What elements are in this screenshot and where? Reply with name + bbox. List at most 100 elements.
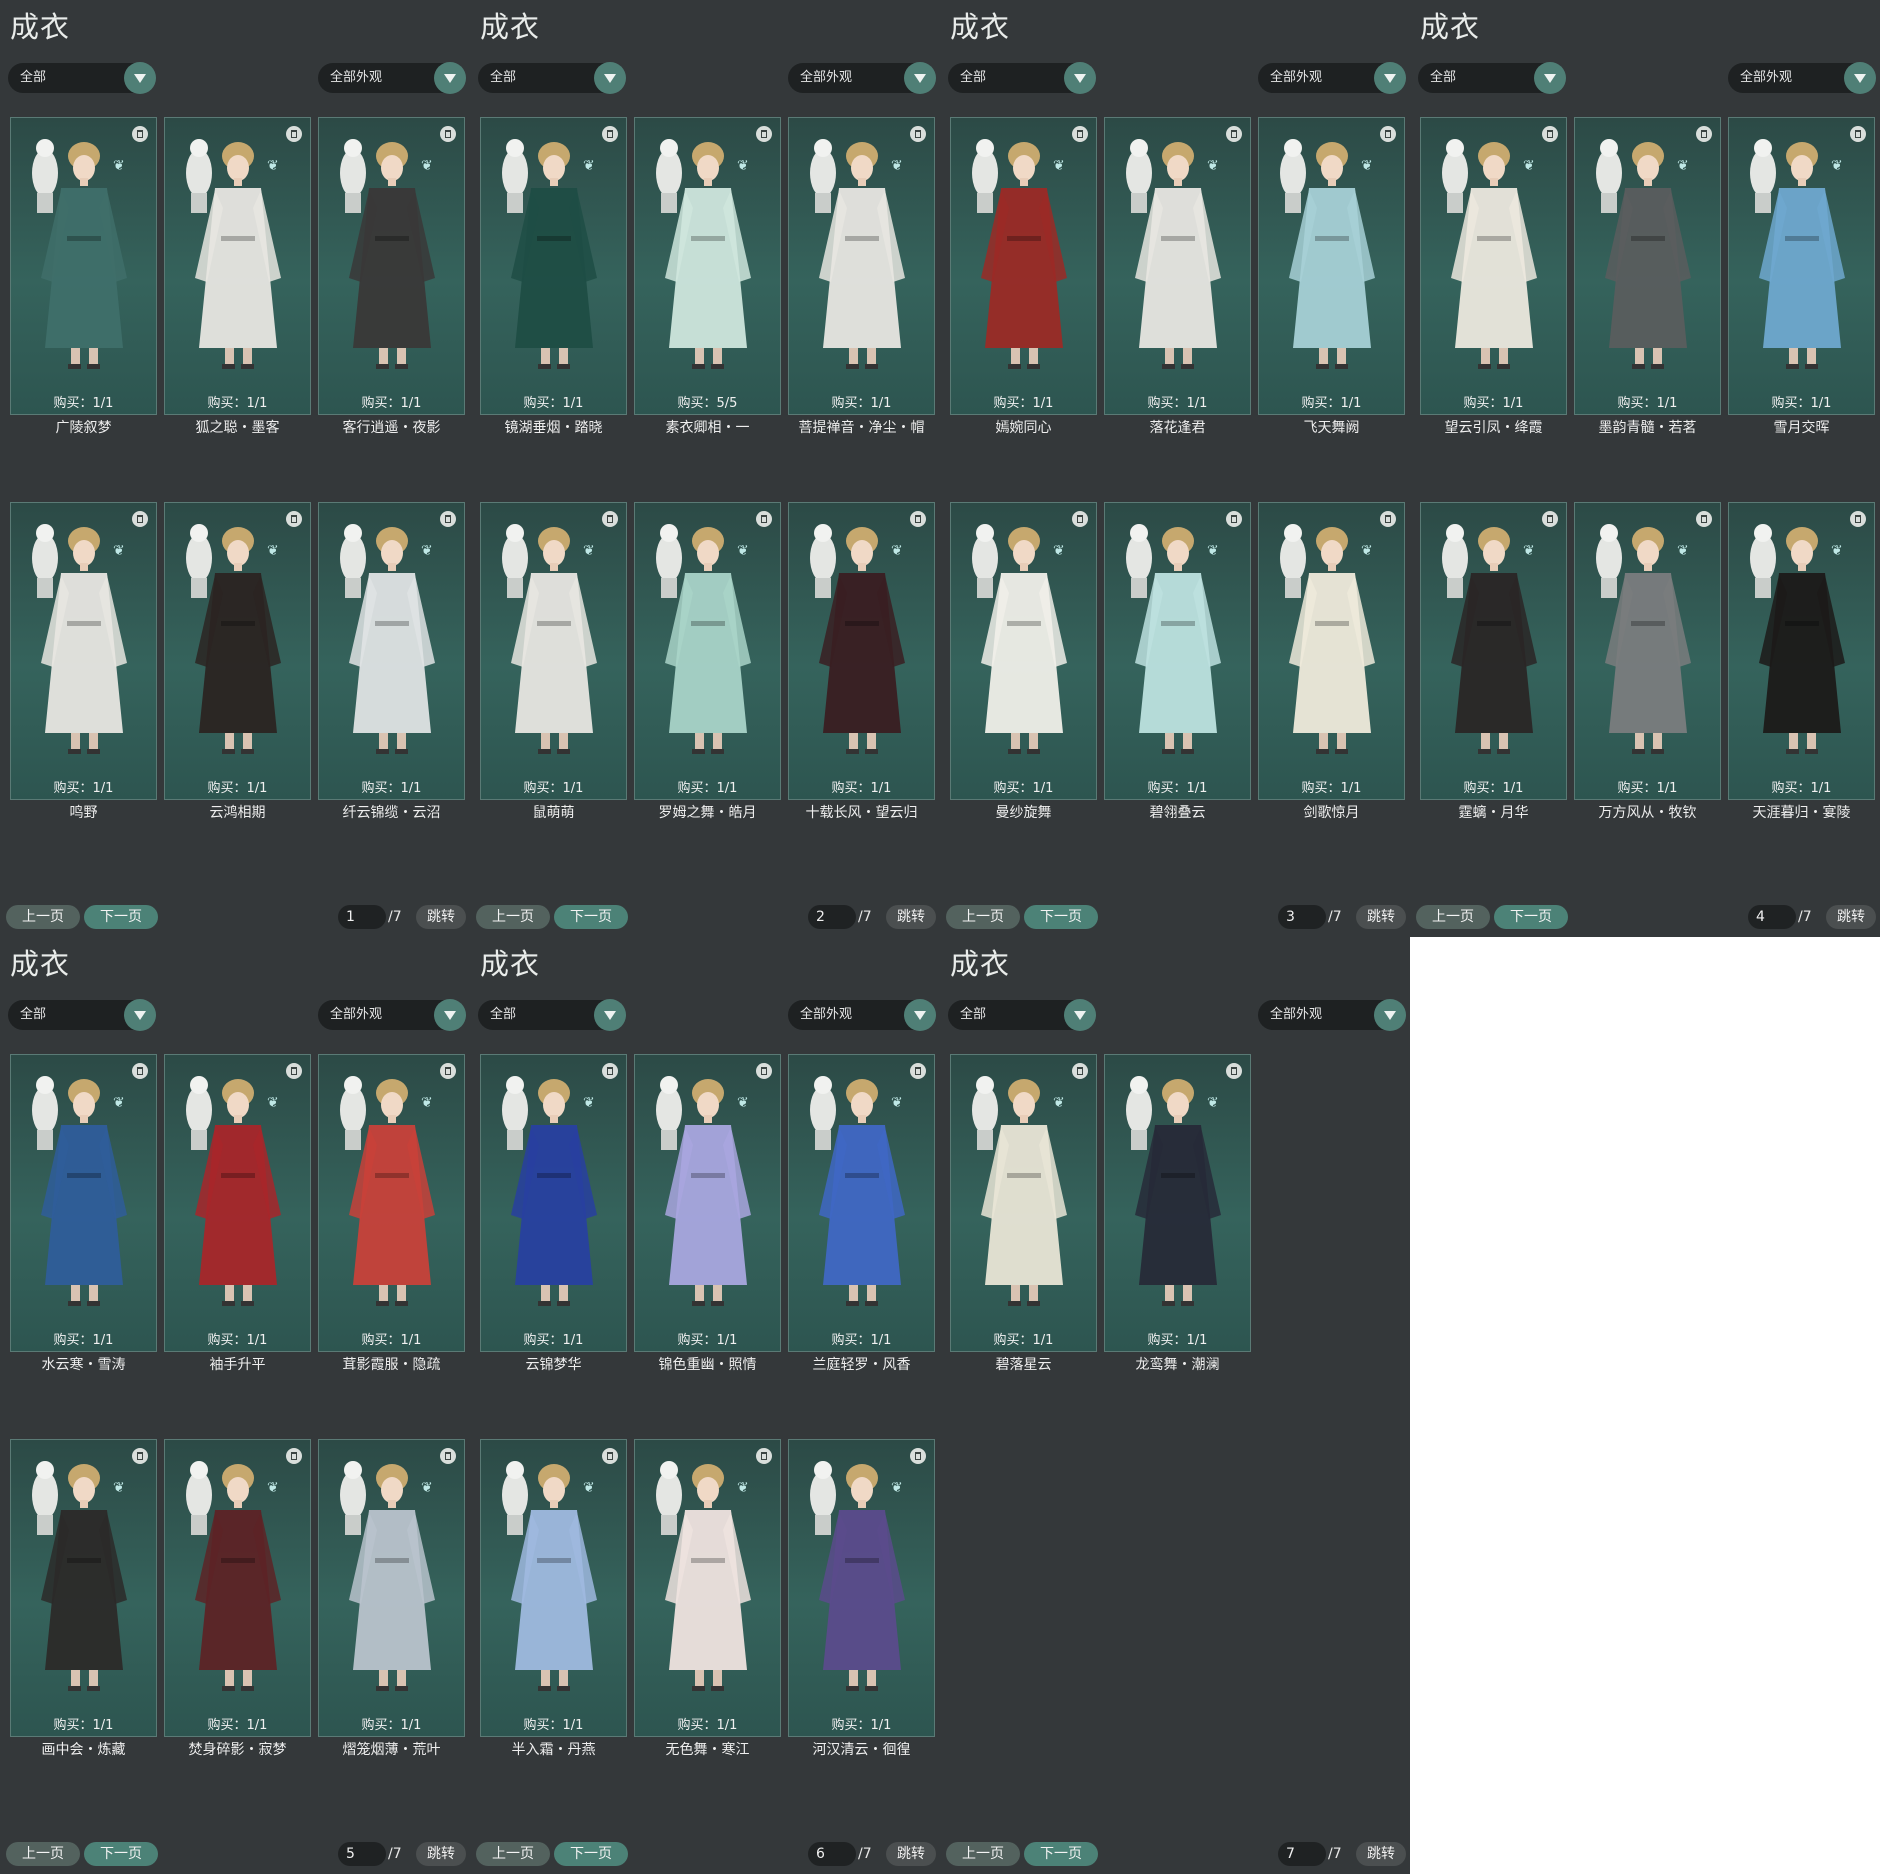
outfit-card[interactable]: ❦ 购买：1/1 (950, 1054, 1097, 1352)
trash-icon[interactable] (910, 126, 926, 142)
outfit-card[interactable]: ❦ 购买：1/1 (10, 502, 157, 800)
next-page-button[interactable]: 下一页 (84, 905, 158, 929)
trash-icon[interactable] (1072, 126, 1088, 142)
category-dropdown[interactable]: 全部 (478, 62, 626, 94)
prev-page-button[interactable]: 上一页 (946, 905, 1020, 929)
outfit-card[interactable]: ❦ 购买：1/1 (318, 1439, 465, 1737)
trash-icon[interactable] (1072, 511, 1088, 527)
outfit-card[interactable]: ❦ 购买：1/1 (10, 1439, 157, 1737)
prev-page-button[interactable]: 上一页 (476, 905, 550, 929)
category-dropdown[interactable]: 全部 (8, 999, 156, 1031)
page-number-input[interactable]: 6 (808, 1842, 856, 1866)
trash-icon[interactable] (132, 126, 148, 142)
next-page-button[interactable]: 下一页 (1494, 905, 1568, 929)
prev-page-button[interactable]: 上一页 (946, 1842, 1020, 1866)
trash-icon[interactable] (756, 511, 772, 527)
category-dropdown[interactable]: 全部 (948, 999, 1096, 1031)
outfit-card[interactable]: ❦ 购买：1/1 (480, 1439, 627, 1737)
prev-page-button[interactable]: 上一页 (476, 1842, 550, 1866)
outfit-card[interactable]: ❦ 购买：1/1 (318, 117, 465, 415)
outfit-card[interactable]: ❦ 购买：1/1 (950, 117, 1097, 415)
trash-icon[interactable] (286, 1448, 302, 1464)
appearance-dropdown[interactable]: 全部外观 (318, 999, 466, 1031)
trash-icon[interactable] (1226, 511, 1242, 527)
trash-icon[interactable] (910, 1063, 926, 1079)
outfit-card[interactable]: ❦ 购买：1/1 (318, 502, 465, 800)
outfit-card[interactable]: ❦ 购买：1/1 (634, 1439, 781, 1737)
chevron-down-icon[interactable] (594, 62, 626, 94)
outfit-card[interactable]: ❦ 购买：1/1 (10, 117, 157, 415)
trash-icon[interactable] (756, 126, 772, 142)
trash-icon[interactable] (286, 1063, 302, 1079)
page-number-input[interactable]: 4 (1748, 905, 1796, 929)
next-page-button[interactable]: 下一页 (554, 905, 628, 929)
trash-icon[interactable] (1226, 1063, 1242, 1079)
jump-button[interactable]: 跳转 (416, 905, 466, 929)
outfit-card[interactable]: ❦ 购买：1/1 (480, 502, 627, 800)
trash-icon[interactable] (1542, 126, 1558, 142)
outfit-card[interactable]: ❦ 购买：1/1 (318, 1054, 465, 1352)
outfit-card[interactable]: ❦ 购买：1/1 (1258, 117, 1405, 415)
outfit-card[interactable]: ❦ 购买：1/1 (10, 1054, 157, 1352)
page-number-input[interactable]: 5 (338, 1842, 386, 1866)
trash-icon[interactable] (1380, 511, 1396, 527)
outfit-card[interactable]: ❦ 购买：1/1 (1104, 1054, 1251, 1352)
prev-page-button[interactable]: 上一页 (6, 905, 80, 929)
appearance-dropdown[interactable]: 全部外观 (318, 62, 466, 94)
outfit-card[interactable]: ❦ 购买：1/1 (164, 1439, 311, 1737)
page-number-input[interactable]: 7 (1278, 1842, 1326, 1866)
trash-icon[interactable] (602, 126, 618, 142)
page-number-input[interactable]: 3 (1278, 905, 1326, 929)
trash-icon[interactable] (440, 511, 456, 527)
outfit-card[interactable]: ❦ 购买：1/1 (164, 502, 311, 800)
trash-icon[interactable] (286, 126, 302, 142)
trash-icon[interactable] (286, 511, 302, 527)
outfit-card[interactable]: ❦ 购买：1/1 (1728, 502, 1875, 800)
outfit-card[interactable]: ❦ 购买：1/1 (1104, 502, 1251, 800)
appearance-dropdown[interactable]: 全部外观 (788, 999, 936, 1031)
trash-icon[interactable] (756, 1448, 772, 1464)
trash-icon[interactable] (1696, 126, 1712, 142)
outfit-card[interactable]: ❦ 购买：1/1 (480, 1054, 627, 1352)
trash-icon[interactable] (1850, 126, 1866, 142)
category-dropdown[interactable]: 全部 (8, 62, 156, 94)
chevron-down-icon[interactable] (904, 999, 936, 1031)
category-dropdown[interactable]: 全部 (478, 999, 626, 1031)
trash-icon[interactable] (910, 1448, 926, 1464)
outfit-card[interactable]: ❦ 购买：1/1 (788, 502, 935, 800)
trash-icon[interactable] (1380, 126, 1396, 142)
trash-icon[interactable] (440, 1448, 456, 1464)
outfit-card[interactable]: ❦ 购买：1/1 (480, 117, 627, 415)
appearance-dropdown[interactable]: 全部外观 (1258, 62, 1406, 94)
outfit-card[interactable]: ❦ 购买：1/1 (1104, 117, 1251, 415)
outfit-card[interactable]: ❦ 购买：1/1 (1574, 117, 1721, 415)
outfit-card[interactable]: ❦ 购买：1/1 (1420, 502, 1567, 800)
next-page-button[interactable]: 下一页 (1024, 905, 1098, 929)
outfit-card[interactable]: ❦ 购买：1/1 (950, 502, 1097, 800)
chevron-down-icon[interactable] (1534, 62, 1566, 94)
outfit-card[interactable]: ❦ 购买：1/1 (164, 1054, 311, 1352)
appearance-dropdown[interactable]: 全部外观 (1728, 62, 1876, 94)
outfit-card[interactable]: ❦ 购买：1/1 (1258, 502, 1405, 800)
trash-icon[interactable] (1850, 511, 1866, 527)
trash-icon[interactable] (440, 1063, 456, 1079)
page-number-input[interactable]: 2 (808, 905, 856, 929)
chevron-down-icon[interactable] (1064, 62, 1096, 94)
prev-page-button[interactable]: 上一页 (1416, 905, 1490, 929)
outfit-card[interactable]: ❦ 购买：1/1 (634, 1054, 781, 1352)
trash-icon[interactable] (132, 1063, 148, 1079)
outfit-card[interactable]: ❦ 购买：1/1 (788, 117, 935, 415)
jump-button[interactable]: 跳转 (416, 1842, 466, 1866)
outfit-card[interactable]: ❦ 购买：1/1 (788, 1439, 935, 1737)
trash-icon[interactable] (1696, 511, 1712, 527)
appearance-dropdown[interactable]: 全部外观 (788, 62, 936, 94)
chevron-down-icon[interactable] (124, 999, 156, 1031)
chevron-down-icon[interactable] (124, 62, 156, 94)
trash-icon[interactable] (756, 1063, 772, 1079)
chevron-down-icon[interactable] (1064, 999, 1096, 1031)
trash-icon[interactable] (440, 126, 456, 142)
trash-icon[interactable] (132, 511, 148, 527)
prev-page-button[interactable]: 上一页 (6, 1842, 80, 1866)
appearance-dropdown[interactable]: 全部外观 (1258, 999, 1406, 1031)
outfit-card[interactable]: ❦ 购买：1/1 (164, 117, 311, 415)
